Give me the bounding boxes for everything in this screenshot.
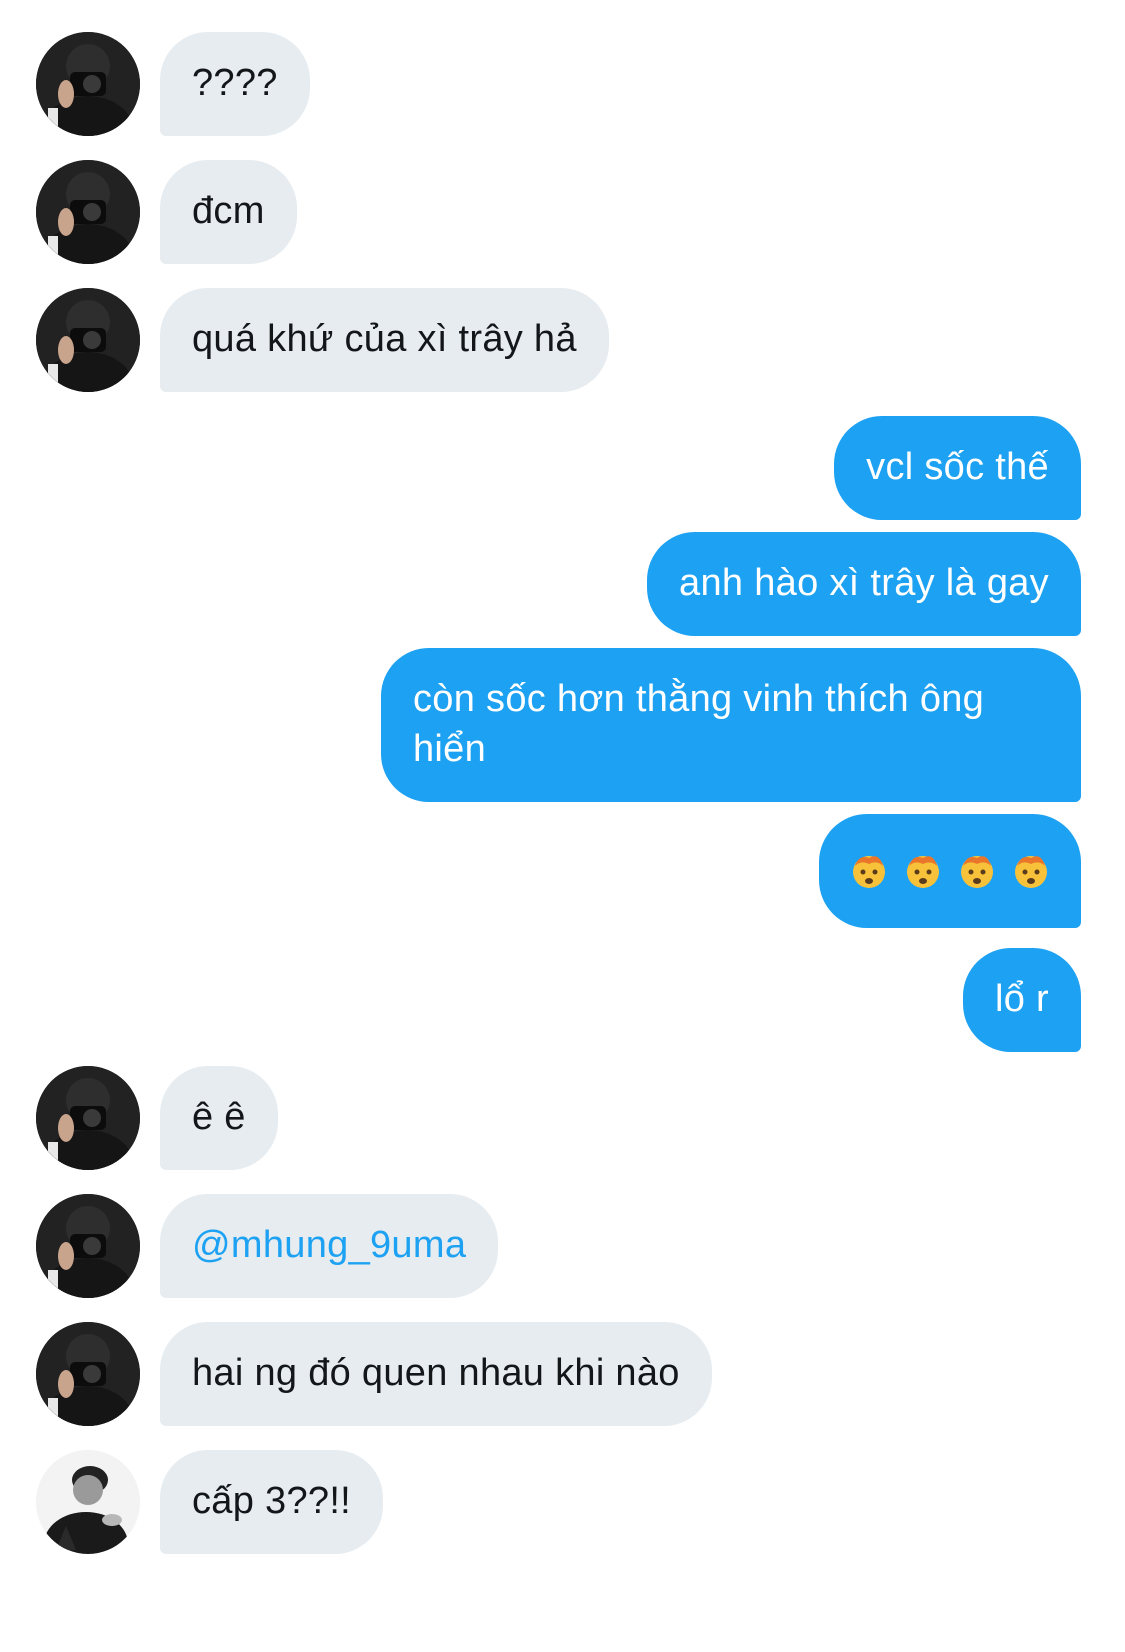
user-mention-link[interactable]: @mhung_9uma [192, 1224, 466, 1266]
message-bubble[interactable]: đcm [160, 160, 297, 264]
message-bubble[interactable]: quá khứ của xì trây hả [160, 288, 609, 392]
emoji-row [849, 850, 1051, 890]
avatar[interactable] [36, 1450, 140, 1554]
emoji-message-bubble[interactable] [819, 814, 1081, 928]
message-bubble[interactable]: hai ng đó quen nhau khi nào [160, 1322, 712, 1426]
message-bubble[interactable]: anh hào xì trây là gay [647, 532, 1081, 636]
message-bubble[interactable]: vcl sốc thế [834, 416, 1081, 520]
message-bubble[interactable]: ê ê [160, 1066, 278, 1170]
avatar-photo [36, 1194, 140, 1298]
avatar-photo [36, 1066, 140, 1170]
avatar[interactable] [36, 1066, 140, 1170]
mind-blown-icon [1015, 856, 1047, 888]
avatar-photo [36, 1450, 140, 1554]
avatar-photo [36, 288, 140, 392]
avatar[interactable] [36, 32, 140, 136]
avatar-photo [36, 160, 140, 264]
avatar[interactable] [36, 288, 140, 392]
mind-blown-icon [853, 856, 885, 888]
avatar[interactable] [36, 1322, 140, 1426]
message-bubble[interactable]: cấp 3??!! [160, 1450, 384, 1554]
message-bubble[interactable]: còn sốc hơn thằng vinh thích ông hiển [381, 648, 1081, 802]
avatar[interactable] [36, 1194, 140, 1298]
message-thread: ???? đcm quá khứ của xì trây hả vcl sốc … [0, 0, 1125, 1652]
message-bubble[interactable]: lổ r [963, 948, 1081, 1052]
avatar-photo [36, 1322, 140, 1426]
avatar-photo [36, 32, 140, 136]
mind-blown-icon [961, 856, 993, 888]
message-bubble: @mhung_9uma [160, 1194, 499, 1298]
mind-blown-icon [907, 856, 939, 888]
avatar[interactable] [36, 160, 140, 264]
message-bubble[interactable]: ???? [160, 32, 310, 136]
